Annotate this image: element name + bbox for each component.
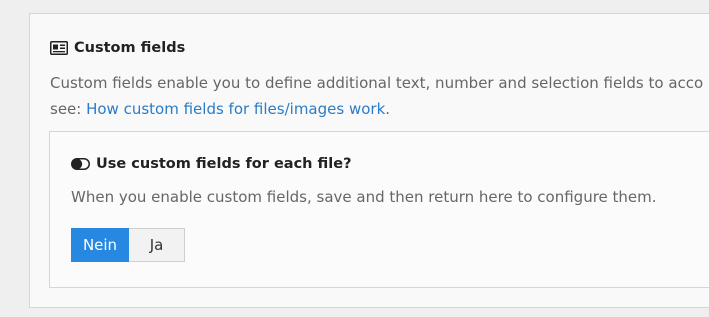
nein-button[interactable]: Nein xyxy=(71,228,129,262)
section-header: Custom fields xyxy=(50,38,185,58)
description-line-1: Custom fields enable you to define addit… xyxy=(50,74,704,92)
section-title: Custom fields xyxy=(74,40,186,56)
setting-card: Use custom fields for each file? When yo… xyxy=(49,131,709,288)
description-prefix: see: xyxy=(50,100,87,118)
section-description: Custom fields enable you to define addit… xyxy=(50,70,709,122)
setting-hint: When you enable custom fields, save and … xyxy=(71,188,657,206)
ja-button[interactable]: Ja xyxy=(129,228,185,262)
custom-fields-panel: Custom fields Custom fields enable you t… xyxy=(29,13,709,308)
setting-header: Use custom fields for each file? xyxy=(71,154,352,174)
custom-fields-help-link[interactable]: How custom fields for files/images work xyxy=(86,100,385,118)
setting-title: Use custom fields for each file? xyxy=(96,156,352,172)
description-suffix: . xyxy=(385,100,391,118)
id-card-icon xyxy=(50,41,68,55)
toggle-icon xyxy=(71,158,90,170)
yes-no-toggle: Nein Ja xyxy=(71,228,185,262)
description-line-2: see: How custom fields for files/images … xyxy=(50,96,709,122)
